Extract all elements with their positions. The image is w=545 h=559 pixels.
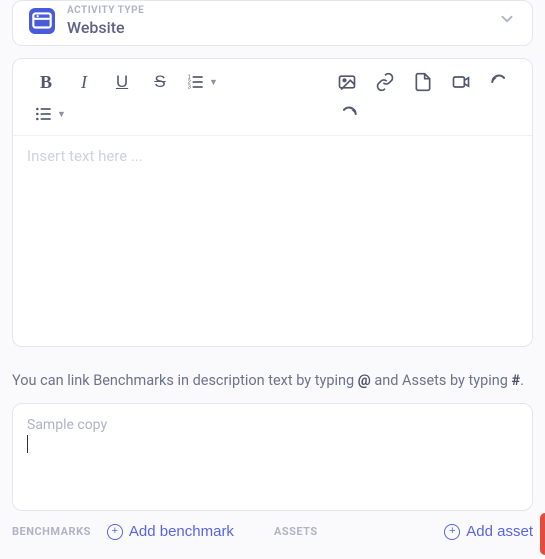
add-asset-button[interactable]: + Add asset — [444, 523, 533, 540]
strikethrough-button[interactable]: S — [141, 67, 179, 97]
activity-type-text: ACTIVITY TYPE Website — [67, 5, 486, 37]
undo-button[interactable] — [480, 67, 518, 97]
bold-button[interactable]: B — [27, 67, 65, 97]
editor-placeholder: Insert text here ... — [27, 147, 143, 165]
plus-icon: + — [107, 524, 123, 540]
activity-type-selector[interactable]: ACTIVITY TYPE Website — [12, 0, 533, 46]
hint-mid: and Assets by typing — [371, 372, 512, 389]
link-hint-text: You can link Benchmarks in description t… — [0, 357, 545, 403]
hint-pre: You can link Benchmarks in description t… — [12, 372, 358, 389]
underline-button[interactable]: U — [103, 67, 141, 97]
redo-button[interactable] — [330, 99, 368, 129]
ordered-list-button[interactable]: 123 ▼ — [179, 67, 225, 97]
add-benchmark-button[interactable]: + Add benchmark — [107, 523, 234, 540]
benchmarks-label: BENCHMARKS — [12, 525, 91, 538]
sample-copy-card — [12, 403, 533, 511]
file-button[interactable] — [404, 67, 442, 97]
unordered-list-button[interactable]: ▼ — [27, 99, 73, 129]
svg-text:3: 3 — [188, 85, 191, 91]
activity-type-value: Website — [67, 18, 486, 37]
add-asset-label: Add asset — [466, 523, 533, 540]
activity-type-label: ACTIVITY TYPE — [67, 5, 486, 16]
hint-post: . — [520, 372, 524, 389]
plus-icon: + — [444, 524, 460, 540]
editor-toolbar: B I U S 123 ▼ ▼ — [13, 59, 532, 136]
video-button[interactable] — [442, 67, 480, 97]
description-editor: B I U S 123 ▼ ▼ — [12, 58, 533, 347]
website-icon — [29, 8, 55, 34]
hash-symbol: # — [512, 372, 521, 389]
image-button[interactable] — [328, 67, 366, 97]
editor-textarea[interactable]: Insert text here ... — [13, 136, 532, 346]
add-benchmark-label: Add benchmark — [129, 523, 234, 540]
bottom-actions-bar: BENCHMARKS + Add benchmark ASSETS + Add … — [0, 523, 545, 540]
right-edge-indicator — [540, 513, 545, 555]
sample-copy-input[interactable] — [27, 417, 518, 433]
assets-label: ASSETS — [274, 525, 318, 538]
chevron-down-icon — [498, 10, 516, 32]
italic-button[interactable]: I — [65, 67, 103, 97]
text-caret — [27, 435, 28, 453]
at-symbol: @ — [358, 372, 371, 389]
link-button[interactable] — [366, 67, 404, 97]
